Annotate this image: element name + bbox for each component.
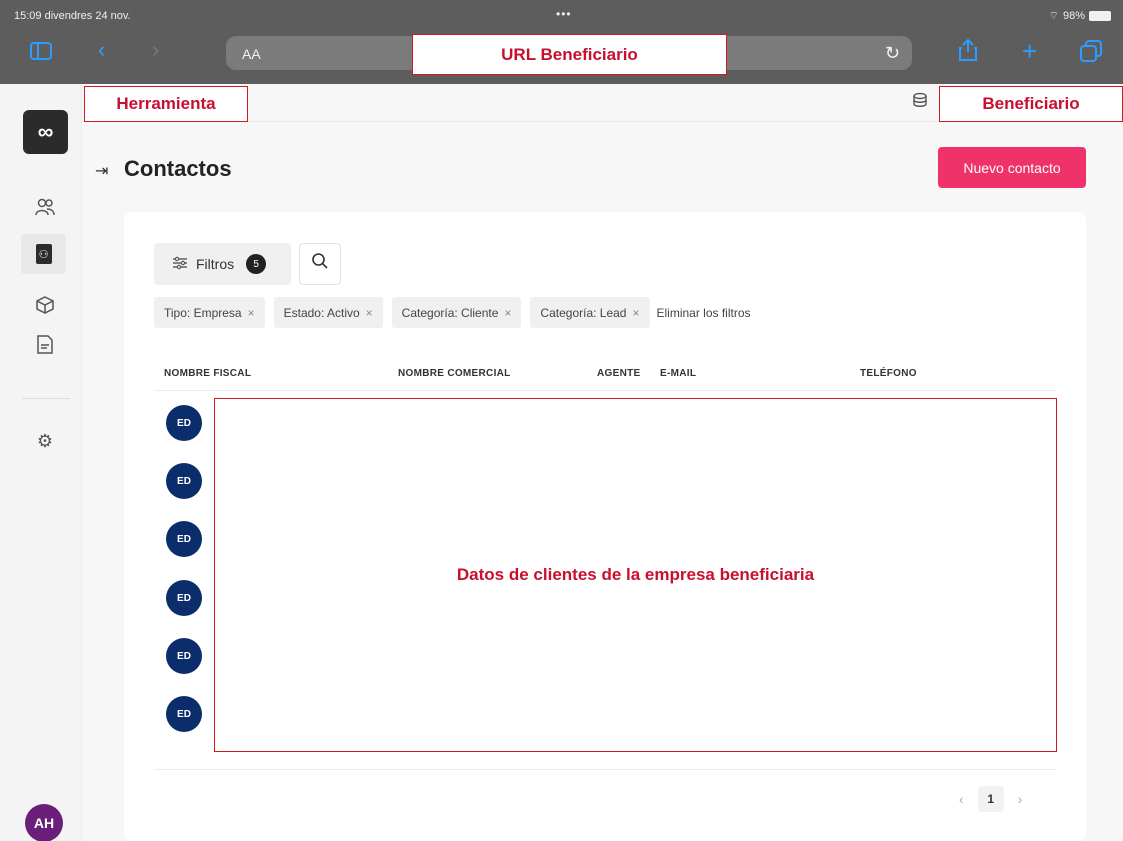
new-tab-icon[interactable]: + xyxy=(1022,38,1037,64)
box-icon xyxy=(36,295,54,319)
url-annotation-label: URL Beneficiario xyxy=(412,34,727,75)
sidebar-item-users[interactable] xyxy=(30,194,60,224)
page-number-current[interactable]: 1 xyxy=(977,786,1004,812)
row-avatar[interactable]: ED xyxy=(166,521,202,557)
row-avatar[interactable]: ED xyxy=(166,463,202,499)
filters-button[interactable]: Filtros 5 xyxy=(154,243,291,285)
browser-chrome: 15:09 divendres 24 nov. ••• ⌔ 98% ‹ › AA… xyxy=(0,0,1123,84)
filter-chip[interactable]: Categoría: Lead × xyxy=(530,297,650,328)
page-title: Contactos xyxy=(124,156,232,181)
contacts-card: Filtros 5 Tipo: Empresa × Estado: Activo ×… xyxy=(124,212,1086,841)
app-window: ∞ ⚇ ⚙ AH Herramienta Beneficiario ⇥ Cont… xyxy=(0,84,1123,841)
table-footer-divider xyxy=(154,769,1056,770)
remove-chip-icon[interactable]: × xyxy=(504,306,511,320)
search-icon xyxy=(311,252,329,276)
remove-chip-icon[interactable]: × xyxy=(632,306,639,320)
sidebar-toggle-icon[interactable] xyxy=(30,42,52,64)
remove-chip-icon[interactable]: × xyxy=(366,306,373,320)
back-icon[interactable]: ‹ xyxy=(98,39,105,61)
status-bar: 15:09 divendres 24 nov. ••• ⌔ 98% xyxy=(0,0,1123,30)
gear-icon: ⚙ xyxy=(36,430,54,451)
contacts-book-icon: ⚇ xyxy=(35,244,52,264)
remove-chip-icon[interactable]: × xyxy=(248,306,255,320)
table-header: NOMBRE FISCAL NOMBRE COMERCIAL AGENTE E-… xyxy=(154,363,1056,391)
pagination: ‹ 1 › xyxy=(959,786,1022,812)
row-avatar[interactable]: ED xyxy=(166,696,202,732)
status-right: ⌔ 98% xyxy=(1049,9,1111,23)
sidebar-item-products[interactable] xyxy=(30,292,60,322)
filter-sliders-icon xyxy=(172,256,188,273)
beneficiary-annotation-label: Beneficiario xyxy=(939,86,1123,122)
row-avatar[interactable]: ED xyxy=(166,405,202,441)
filter-chip[interactable]: Estado: Activo × xyxy=(273,297,383,328)
column-header[interactable]: TELÉFONO xyxy=(860,368,917,379)
forward-icon[interactable]: › xyxy=(152,39,159,61)
filters-count-badge: 5 xyxy=(246,254,267,274)
row-avatar[interactable]: ED xyxy=(166,580,202,616)
column-header[interactable]: NOMBRE FISCAL xyxy=(164,368,251,379)
filters-label: Filtros xyxy=(196,256,235,272)
search-button[interactable] xyxy=(299,243,341,285)
sidebar-item-settings[interactable]: ⚙ xyxy=(30,426,60,456)
reader-aa-button[interactable]: AA xyxy=(242,46,261,62)
sidebar-item-documents[interactable] xyxy=(30,332,60,362)
battery-percent: 98% xyxy=(1062,10,1085,22)
share-icon[interactable] xyxy=(958,38,978,66)
filter-chip[interactable]: Tipo: Empresa × xyxy=(154,297,265,328)
document-icon xyxy=(37,335,53,359)
row-avatar[interactable]: ED xyxy=(166,638,202,674)
tool-annotation-label: Herramienta xyxy=(84,86,248,122)
column-header[interactable]: AGENTE xyxy=(597,368,640,379)
column-header[interactable]: E-MAIL xyxy=(660,368,696,379)
battery-icon xyxy=(1089,11,1111,21)
sidebar-divider xyxy=(22,398,70,399)
next-page-icon[interactable]: › xyxy=(1018,791,1023,807)
filter-chip[interactable]: Categoría: Cliente × xyxy=(391,297,522,328)
wifi-icon: ⌔ xyxy=(1048,10,1059,22)
multitasking-dots[interactable]: ••• xyxy=(556,7,572,21)
reload-icon[interactable]: ↻ xyxy=(885,43,900,64)
expand-sidebar-icon[interactable]: ⇥ xyxy=(95,161,108,181)
data-annotation-label: Datos de clientes de la empresa benefici… xyxy=(214,398,1057,752)
app-logo[interactable]: ∞ xyxy=(23,110,68,154)
user-avatar[interactable]: AH xyxy=(25,804,63,841)
active-filter-chips: Tipo: Empresa × Estado: Activo × Categoría… xyxy=(154,297,751,328)
prev-page-icon[interactable]: ‹ xyxy=(959,791,964,807)
clear-filters-link[interactable]: Eliminar los filtros xyxy=(657,306,751,320)
users-icon xyxy=(35,198,55,221)
database-icon[interactable] xyxy=(912,92,928,113)
new-contact-button[interactable]: Nuevo contacto xyxy=(938,147,1086,188)
sidebar-item-contacts[interactable]: ⚇ xyxy=(21,234,66,274)
column-header[interactable]: NOMBRE COMERCIAL xyxy=(398,368,511,379)
tabs-overview-icon[interactable] xyxy=(1080,40,1102,66)
sidebar: ∞ ⚇ ⚙ AH xyxy=(0,84,82,841)
status-time: 15:09 divendres 24 nov. xyxy=(14,10,131,22)
